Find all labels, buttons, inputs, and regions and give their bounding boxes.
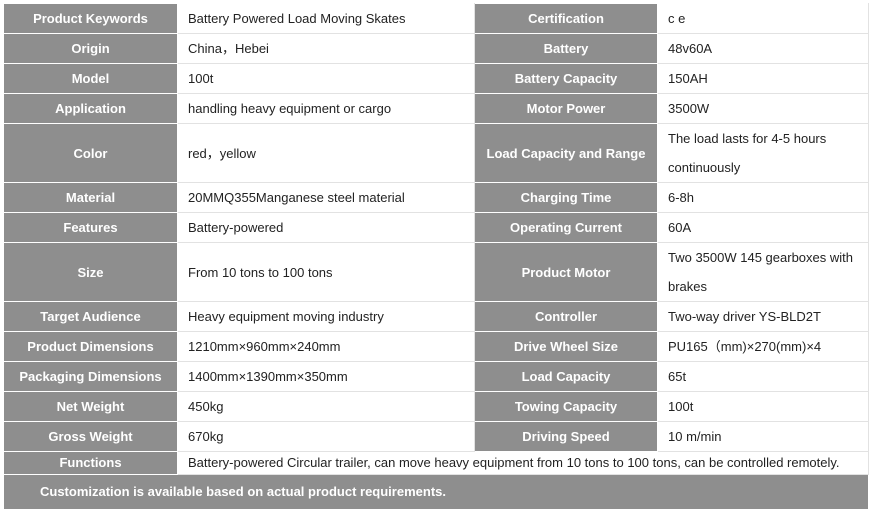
table-row: Product Keywords Battery Powered Load Mo… bbox=[3, 3, 869, 34]
spec-label: Load Capacity bbox=[474, 361, 658, 392]
spec-value: Battery Powered Load Moving Skates bbox=[177, 3, 475, 34]
spec-value: PU165（mm)×270(mm)×4 bbox=[657, 331, 869, 362]
spec-label: Controller bbox=[474, 301, 658, 332]
spec-value: c e bbox=[657, 3, 869, 34]
spec-value: 6-8h bbox=[657, 182, 869, 213]
spec-table-body: Product Keywords Battery Powered Load Mo… bbox=[3, 3, 869, 510]
spec-label: Load Capacity and Range bbox=[474, 123, 658, 183]
table-row: Material 20MMQ355Manganese steel materia… bbox=[3, 182, 869, 213]
spec-label: Size bbox=[3, 242, 178, 302]
spec-value: 150AH bbox=[657, 63, 869, 94]
spec-value: China，Hebei bbox=[177, 33, 475, 64]
spec-value: 100t bbox=[177, 63, 475, 94]
customization-note: Customization is available based on actu… bbox=[3, 474, 869, 510]
table-row: Target Audience Heavy equipment moving i… bbox=[3, 301, 869, 332]
spec-value: 10 m/min bbox=[657, 421, 869, 452]
spec-value: 60A bbox=[657, 212, 869, 243]
spec-value: Heavy equipment moving industry bbox=[177, 301, 475, 332]
spec-label: Application bbox=[3, 93, 178, 124]
spec-label: Drive Wheel Size bbox=[474, 331, 658, 362]
table-row: Model 100t Battery Capacity 150AH bbox=[3, 63, 869, 94]
spec-label: Battery Capacity bbox=[474, 63, 658, 94]
table-row: Features Battery-powered Operating Curre… bbox=[3, 212, 869, 243]
spec-value: handling heavy equipment or cargo bbox=[177, 93, 475, 124]
spec-label: Model bbox=[3, 63, 178, 94]
spec-value: Two-way driver YS-BLD2T bbox=[657, 301, 869, 332]
table-row: Net Weight 450kg Towing Capacity 100t bbox=[3, 391, 869, 422]
spec-value: 450kg bbox=[177, 391, 475, 422]
table-row: Origin China，Hebei Battery 48v60A bbox=[3, 33, 869, 64]
product-spec-table: Product Keywords Battery Powered Load Mo… bbox=[3, 3, 869, 510]
spec-value: 100t bbox=[657, 391, 869, 422]
table-row: Product Dimensions 1210mm×960mm×240mm Dr… bbox=[3, 331, 869, 362]
spec-label: Origin bbox=[3, 33, 178, 64]
functions-row: Functions Battery-powered Circular trail… bbox=[3, 451, 869, 475]
spec-label: Packaging Dimensions bbox=[3, 361, 178, 392]
table-row: Size From 10 tons to 100 tons Product Mo… bbox=[3, 242, 869, 302]
spec-label: Charging Time bbox=[474, 182, 658, 213]
spec-label: Net Weight bbox=[3, 391, 178, 422]
functions-label: Functions bbox=[3, 451, 178, 475]
spec-value: 65t bbox=[657, 361, 869, 392]
functions-value: Battery-powered Circular trailer, can mo… bbox=[177, 451, 869, 475]
spec-label: Product Dimensions bbox=[3, 331, 178, 362]
spec-label: Battery bbox=[474, 33, 658, 64]
spec-value: The load lasts for 4-5 hours continuousl… bbox=[657, 123, 869, 183]
spec-value: Battery-powered bbox=[177, 212, 475, 243]
spec-value: 1210mm×960mm×240mm bbox=[177, 331, 475, 362]
table-row: Gross Weight 670kg Driving Speed 10 m/mi… bbox=[3, 421, 869, 452]
spec-label: Material bbox=[3, 182, 178, 213]
customization-row: Customization is available based on actu… bbox=[3, 474, 869, 510]
table-row: Color red，yellow Load Capacity and Range… bbox=[3, 123, 869, 183]
spec-label: Product Motor bbox=[474, 242, 658, 302]
spec-label: Target Audience bbox=[3, 301, 178, 332]
spec-value: 20MMQ355Manganese steel material bbox=[177, 182, 475, 213]
spec-label: Color bbox=[3, 123, 178, 183]
spec-label: Product Keywords bbox=[3, 3, 178, 34]
spec-value: Two 3500W 145 gearboxes with brakes bbox=[657, 242, 869, 302]
spec-value: 1400mm×1390mm×350mm bbox=[177, 361, 475, 392]
table-row: Application handling heavy equipment or … bbox=[3, 93, 869, 124]
spec-label: Gross Weight bbox=[3, 421, 178, 452]
spec-value: 3500W bbox=[657, 93, 869, 124]
spec-label: Motor Power bbox=[474, 93, 658, 124]
spec-value: 48v60A bbox=[657, 33, 869, 64]
spec-value: 670kg bbox=[177, 421, 475, 452]
spec-label: Certification bbox=[474, 3, 658, 34]
spec-label: Operating Current bbox=[474, 212, 658, 243]
table-row: Packaging Dimensions 1400mm×1390mm×350mm… bbox=[3, 361, 869, 392]
spec-value: red，yellow bbox=[177, 123, 475, 183]
spec-label: Features bbox=[3, 212, 178, 243]
spec-label: Driving Speed bbox=[474, 421, 658, 452]
spec-label: Towing Capacity bbox=[474, 391, 658, 422]
spec-value: From 10 tons to 100 tons bbox=[177, 242, 475, 302]
